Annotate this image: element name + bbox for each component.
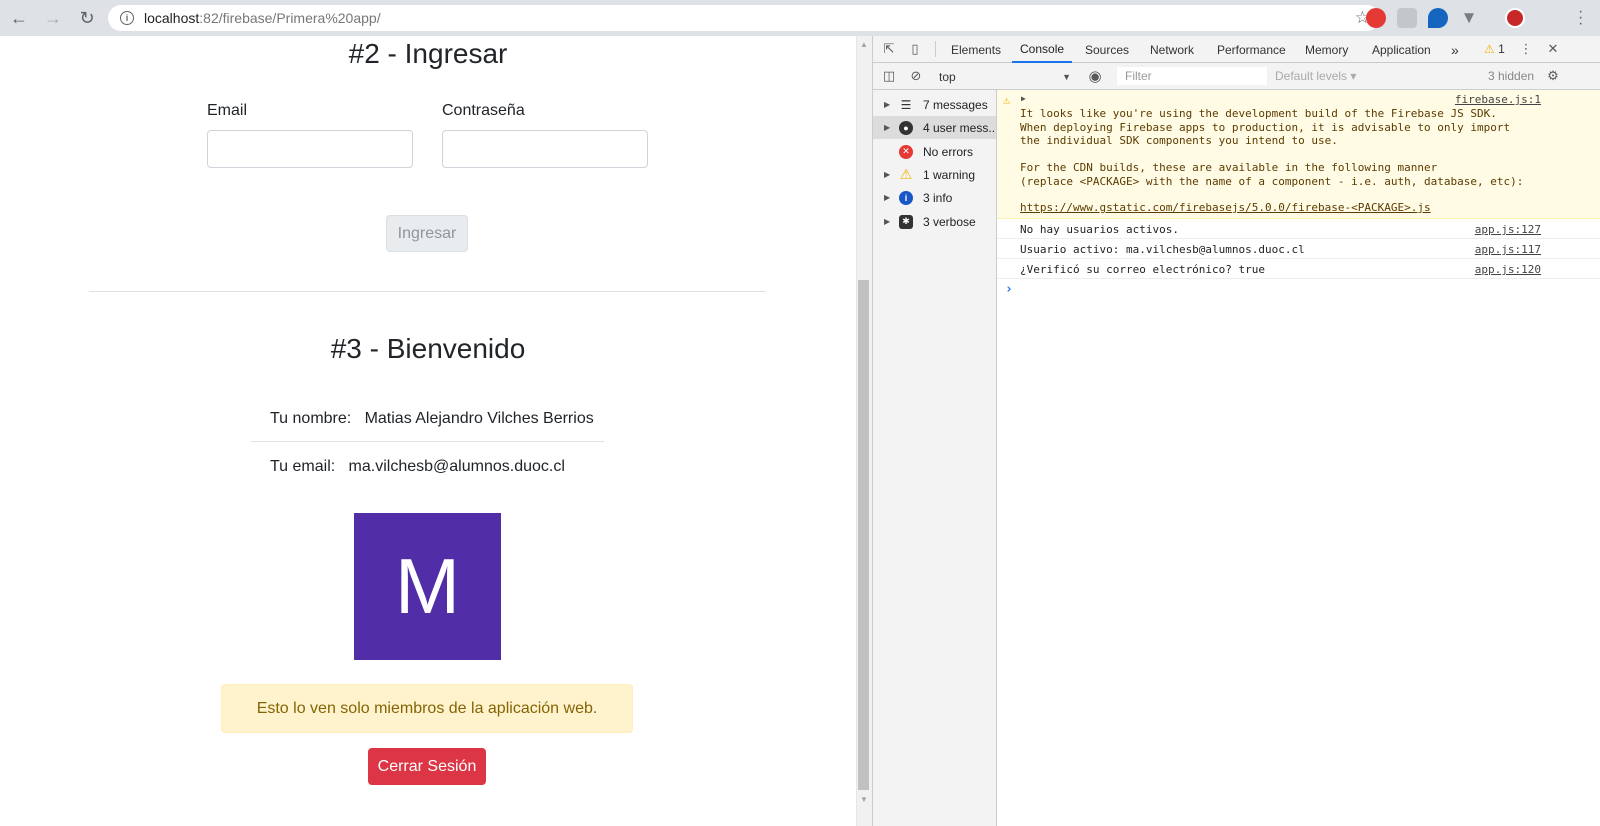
warning-text: It looks like you're using the developme… xyxy=(1020,107,1524,188)
console-sidebar: ▶ ☰ 7 messages ▶ ● 4 user mess... ✕ No e… xyxy=(873,90,997,826)
tab-performance[interactable]: Performance xyxy=(1217,36,1286,63)
user-avatar: M xyxy=(354,513,501,660)
user-email-row: Tu email: ma.vilchesb@alumnos.duoc.cl xyxy=(270,458,565,476)
error-icon: ✕ xyxy=(899,144,913,159)
site-info-icon[interactable]: i xyxy=(120,11,134,25)
console-output: ⚠ ▶ firebase.js:1 It looks like you're u… xyxy=(997,90,1600,826)
context-select[interactable]: top ▼ xyxy=(939,67,1071,86)
tab-network[interactable]: Network xyxy=(1150,36,1194,63)
expand-arrow-icon[interactable]: ▶ xyxy=(884,100,890,109)
warning-icon: ⚠ xyxy=(1484,42,1495,56)
expand-arrow-icon[interactable]: ▶ xyxy=(884,193,890,202)
clear-console-icon[interactable]: ⊘ xyxy=(908,68,924,84)
eye-icon[interactable]: ◉ xyxy=(1087,68,1103,85)
browser-toolbar: ← → ↻ i localhost:82/firebase/Primera%20… xyxy=(0,0,1600,36)
url-text: localhost:82/firebase/Primera%20app/ xyxy=(144,10,381,26)
sidebar-item-verbose[interactable]: ▶ ✱ 3 verbose xyxy=(873,210,996,233)
inspect-element-icon[interactable]: ⇱ xyxy=(881,41,897,57)
sidebar-item-errors[interactable]: ✕ No errors xyxy=(873,140,996,163)
expand-arrow-icon[interactable]: ▶ xyxy=(884,217,890,226)
source-link[interactable]: app.js:120 xyxy=(1475,263,1541,276)
section-divider xyxy=(89,291,766,292)
info-icon: i xyxy=(899,190,913,205)
tab-application[interactable]: Application xyxy=(1372,36,1431,63)
settings-gear-icon[interactable]: ⚙ xyxy=(1545,68,1561,84)
page-scrollbar-thumb[interactable] xyxy=(858,280,869,790)
members-alert: Esto lo ven solo miembros de la aplicaci… xyxy=(221,684,633,733)
filter-input[interactable]: Filter xyxy=(1117,67,1267,85)
expand-arrow-icon[interactable]: ▶ xyxy=(884,123,890,132)
tab-console[interactable]: Console xyxy=(1012,36,1073,63)
console-warning-message: ⚠ ▶ firebase.js:1 It looks like you're u… xyxy=(997,90,1600,219)
source-link[interactable]: firebase.js:1 xyxy=(1455,93,1541,106)
close-devtools-icon[interactable]: ✕ xyxy=(1545,41,1561,57)
devtools-panel: ⇱ ▯ Elements Console Sources Network Per… xyxy=(872,36,1600,826)
list-icon: ☰ xyxy=(900,97,912,112)
bug-icon: ✱ xyxy=(899,214,913,229)
toolbar-separator xyxy=(935,41,936,57)
sidebar-toggle-icon[interactable]: ◫ xyxy=(881,68,897,84)
logout-button[interactable]: Cerrar Sesión xyxy=(368,748,486,785)
user-name-label: Tu nombre: xyxy=(270,410,352,427)
console-log-message: Usuario activo: ma.vilchesb@alumnos.duoc… xyxy=(997,239,1600,259)
levels-dropdown[interactable]: Default levels ▾ xyxy=(1275,69,1356,83)
user-icon: ● xyxy=(899,120,913,135)
section-title-login: #2 - Ingresar xyxy=(348,38,508,69)
password-input[interactable] xyxy=(442,130,648,168)
scroll-up-arrow-icon[interactable]: ▲ xyxy=(856,40,872,50)
email-label: Email xyxy=(207,102,248,119)
password-label: Contraseña xyxy=(442,102,525,119)
login-button[interactable]: Ingresar xyxy=(386,215,468,252)
scroll-down-arrow-icon[interactable]: ▼ xyxy=(856,795,872,805)
expand-arrow-icon[interactable]: ▶ xyxy=(884,170,890,179)
sidebar-item-warnings[interactable]: ▶ ⚠ 1 warning xyxy=(873,163,996,186)
forward-arrow-icon[interactable]: → xyxy=(38,3,68,33)
reload-icon[interactable]: ↻ xyxy=(72,3,102,33)
user-email-label: Tu email: xyxy=(270,458,336,475)
info-divider xyxy=(251,441,604,442)
tab-sources[interactable]: Sources xyxy=(1085,36,1129,63)
back-arrow-icon[interactable]: ← xyxy=(4,3,34,33)
devtools-menu-icon[interactable]: ⋮ xyxy=(1518,41,1534,57)
warning-counter[interactable]: ⚠ 1 xyxy=(1484,42,1505,56)
extension-vue-icon[interactable]: ▼ xyxy=(1459,8,1479,28)
user-name-value: Matias Alejandro Vilches Berrios xyxy=(364,410,594,427)
user-email-value: ma.vilchesb@alumnos.duoc.cl xyxy=(348,458,565,475)
warning-icon: ⚠ xyxy=(899,166,913,182)
warning-icon: ⚠ xyxy=(1003,93,1011,107)
console-filter-bar: ◫ ⊘ top ▼ ◉ Filter Default levels ▾ 3 hid… xyxy=(873,63,1600,90)
hidden-count: 3 hidden xyxy=(1488,69,1535,83)
extension-card-icon[interactable] xyxy=(1397,8,1417,28)
source-link[interactable]: app.js:127 xyxy=(1475,223,1541,236)
tab-elements[interactable]: Elements xyxy=(951,36,1001,63)
user-name-row: Tu nombre: Matias Alejandro Vilches Berr… xyxy=(270,410,594,428)
console-log-message: ¿Verificó su correo electrónico? true ap… xyxy=(997,259,1600,279)
extension-shield-icon[interactable] xyxy=(1366,8,1386,28)
browser-menu-icon[interactable]: · · · xyxy=(1578,4,1583,32)
more-tabs-icon[interactable]: » xyxy=(1451,36,1459,63)
tab-memory[interactable]: Memory xyxy=(1305,36,1348,63)
cdn-link[interactable]: https://www.gstatic.com/firebasejs/5.0.0… xyxy=(1020,201,1431,214)
source-link[interactable]: app.js:117 xyxy=(1475,243,1541,256)
console-prompt-icon[interactable]: › xyxy=(1005,282,1013,297)
sidebar-item-info[interactable]: ▶ i 3 info xyxy=(873,186,996,209)
section-title-welcome: #3 - Bienvenido xyxy=(330,333,526,364)
expand-arrow-icon[interactable]: ▶ xyxy=(1021,94,1026,103)
page-viewport: #2 - Ingresar Email Contraseña Ingresar … xyxy=(0,36,856,826)
console-log-message: No hay usuarios activos. app.js:127 xyxy=(997,219,1600,239)
address-bar[interactable]: i localhost:82/firebase/Primera%20app/ ☆ xyxy=(108,5,1380,31)
device-toolbar-icon[interactable]: ▯ xyxy=(907,41,923,57)
devtools-tab-bar: ⇱ ▯ Elements Console Sources Network Per… xyxy=(873,36,1600,63)
sidebar-item-user-messages[interactable]: ▶ ● 4 user mess... xyxy=(873,116,996,139)
extension-gem-icon[interactable] xyxy=(1428,8,1448,28)
email-input[interactable] xyxy=(207,130,413,168)
sidebar-item-messages[interactable]: ▶ ☰ 7 messages xyxy=(873,93,996,116)
profile-avatar-icon[interactable] xyxy=(1505,8,1525,28)
